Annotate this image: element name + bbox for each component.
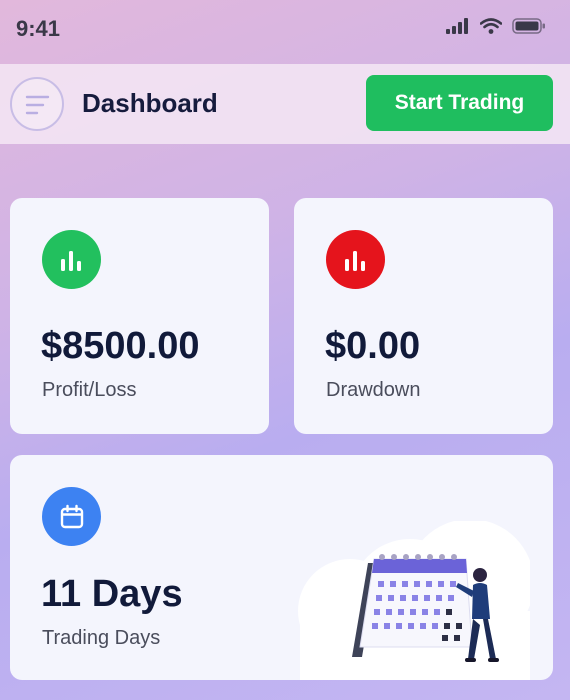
page-title: Dashboard [82, 88, 218, 118]
profit-icon-badge [42, 230, 101, 289]
wifi-icon [479, 18, 503, 39]
start-trading-button[interactable]: Start Trading [366, 75, 553, 131]
profit-loss-card[interactable]: $8500.00 Profit/Loss [10, 198, 269, 434]
battery-icon [512, 18, 546, 39]
header-bar: Dashboard Start Trading [0, 64, 570, 144]
trading-days-value: 11 Days [41, 573, 183, 615]
trading-days-card[interactable]: 11 Days Trading Days [10, 455, 553, 680]
profit-loss-value: $8500.00 [41, 325, 200, 367]
profit-loss-label: Profit/Loss [42, 379, 137, 401]
drawdown-label: Drawdown [326, 379, 421, 401]
drawdown-icon-badge [326, 230, 385, 289]
drawdown-card[interactable]: $0.00 Drawdown [294, 198, 553, 434]
menu-button[interactable] [10, 77, 64, 131]
status-time: 9:41 [16, 16, 61, 41]
calendar-person-illustration [290, 519, 534, 680]
trading-days-label: Trading Days [42, 627, 161, 649]
status-bar: 9:41 [0, 0, 570, 62]
drawdown-value: $0.00 [325, 325, 421, 367]
calendar-icon-badge [42, 487, 101, 546]
cellular-signal-icon [446, 18, 470, 39]
status-icons [446, 18, 546, 39]
